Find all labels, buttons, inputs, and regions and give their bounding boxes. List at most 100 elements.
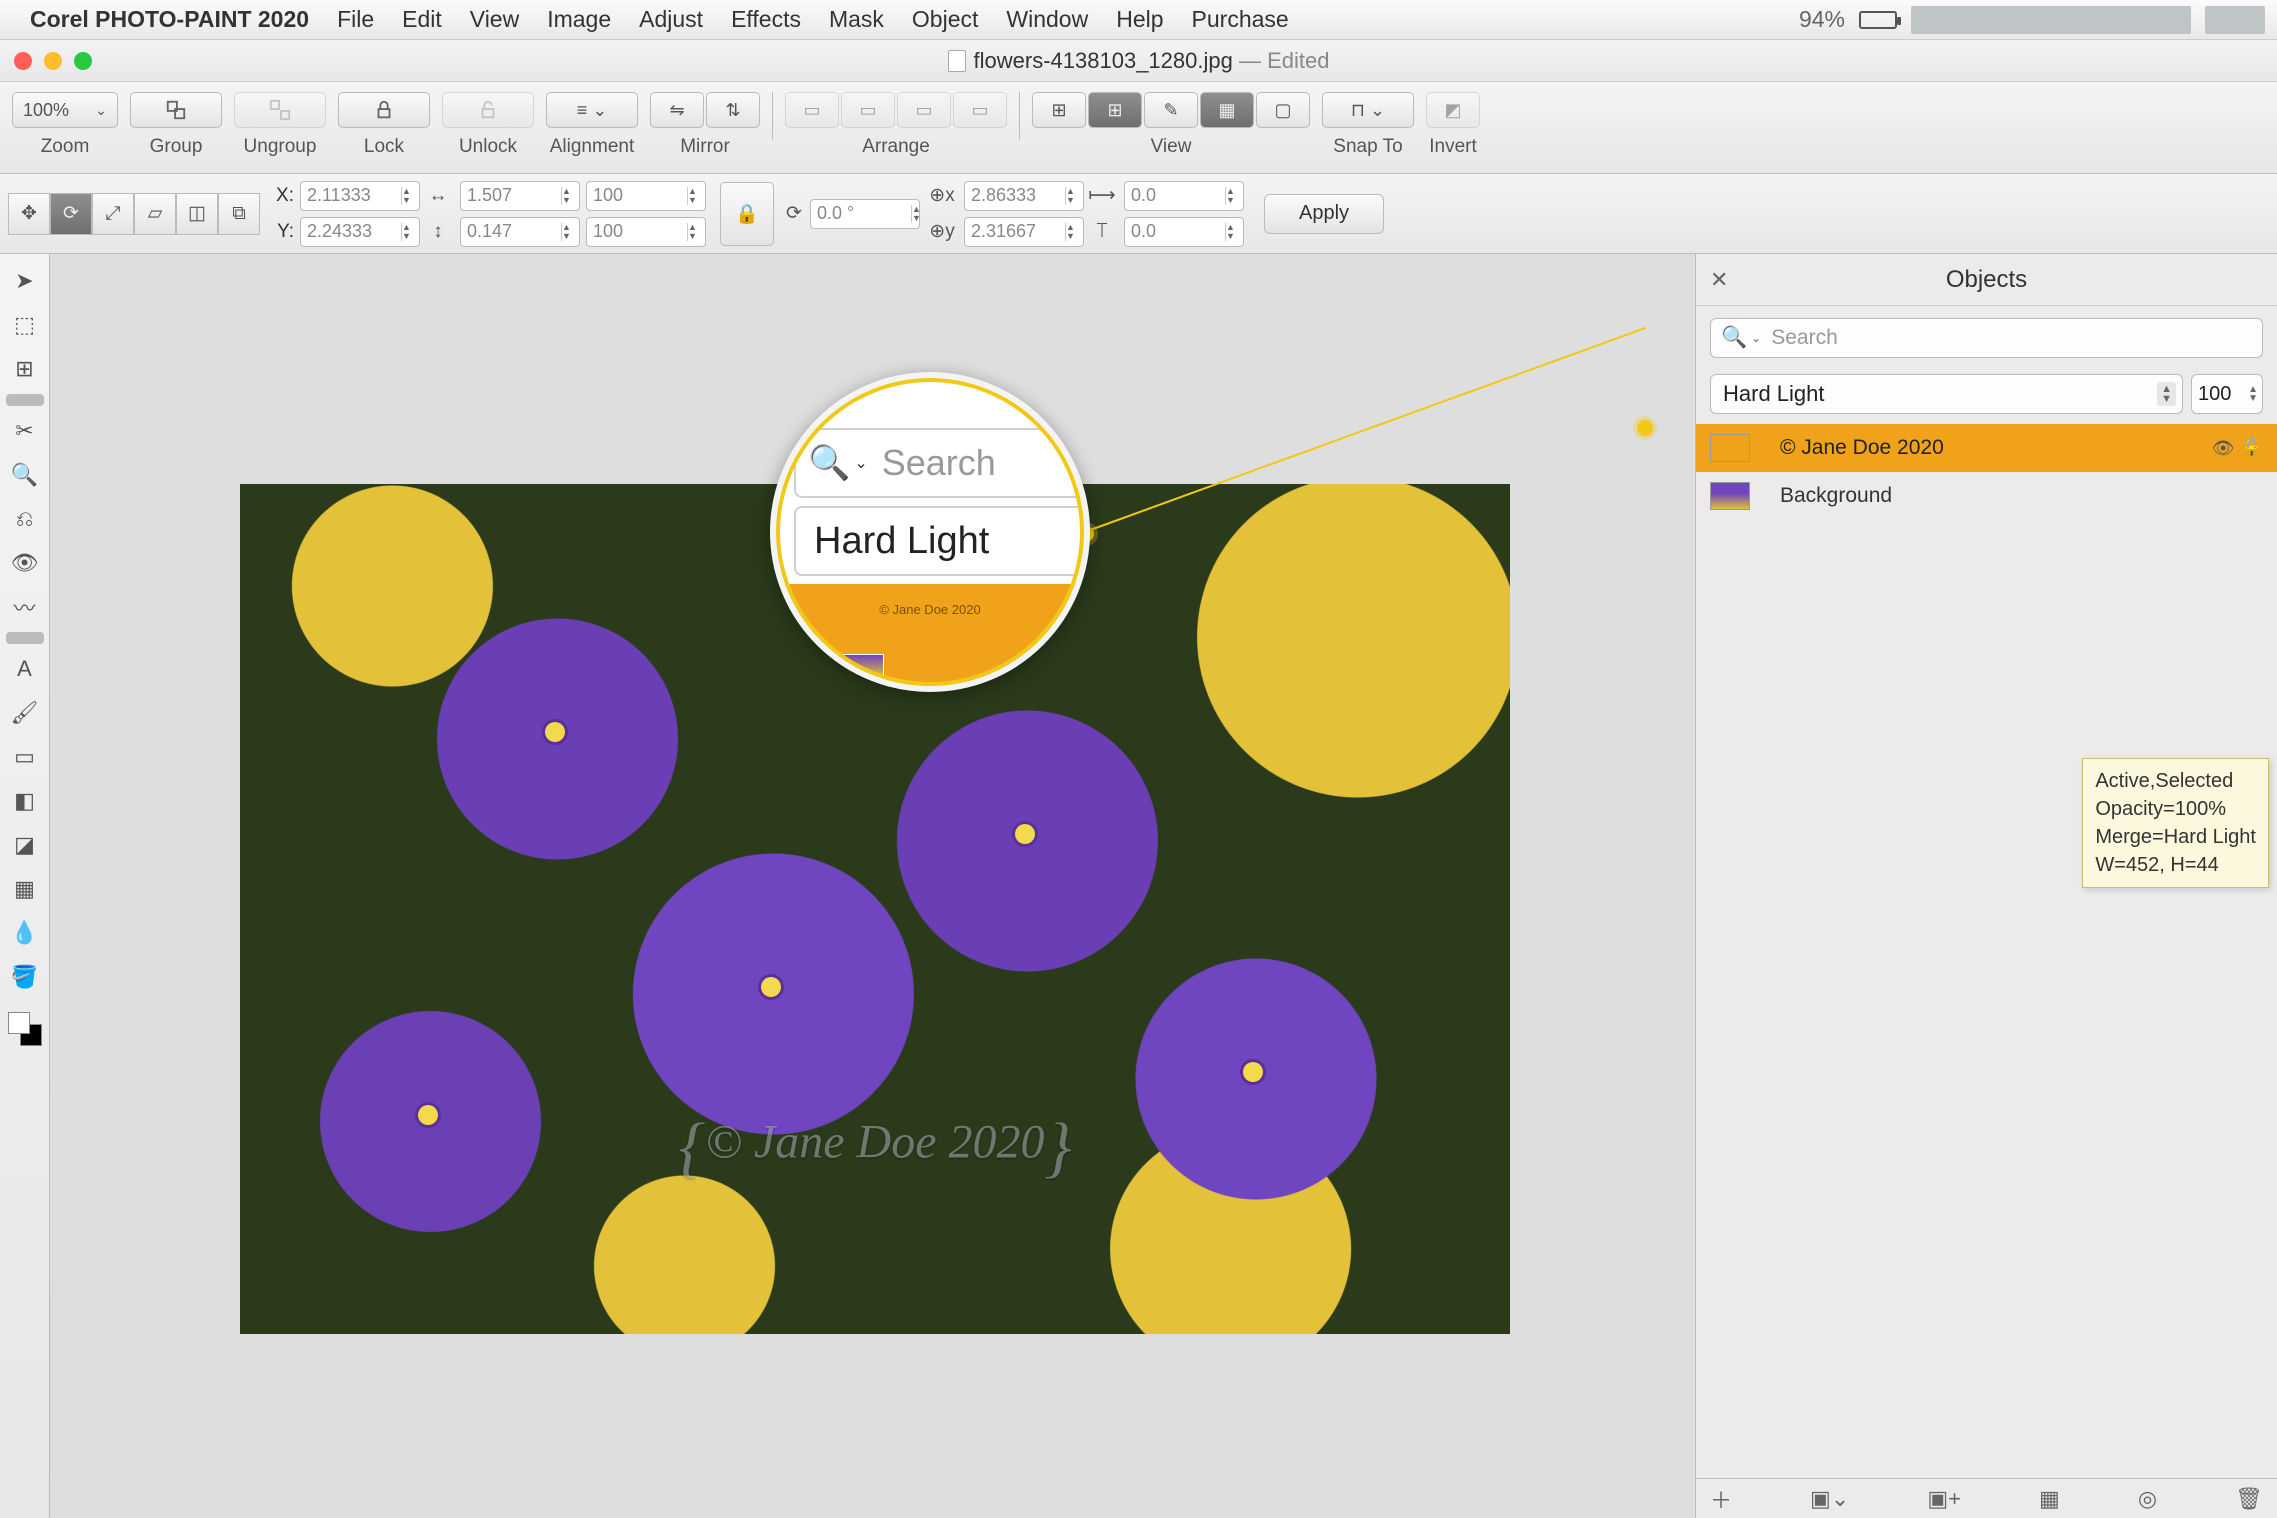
redeye-tool[interactable]: 👁 bbox=[6, 544, 44, 582]
center-x-input[interactable]: ▲▼ bbox=[964, 181, 1084, 211]
menu-object[interactable]: Object bbox=[912, 6, 978, 33]
text-tool[interactable]: A bbox=[6, 650, 44, 688]
arrange-label: Arrange bbox=[862, 136, 930, 158]
mode-position[interactable]: ✥ bbox=[8, 193, 50, 235]
zoom-callout: 🔍⌄ Search Hard Light © Jane Doe 2020 bbox=[770, 372, 1090, 692]
objects-search-input[interactable]: 🔍⌄ Search bbox=[1710, 318, 2263, 358]
apply-button[interactable]: Apply bbox=[1264, 194, 1384, 234]
minimize-icon[interactable] bbox=[44, 52, 62, 70]
mode-distort[interactable]: ◫ bbox=[176, 193, 218, 235]
menu-mask[interactable]: Mask bbox=[829, 6, 884, 33]
new-object-icon[interactable]: ＋ bbox=[1710, 1483, 1732, 1515]
mirror-h-button[interactable]: ⇋ bbox=[650, 92, 704, 128]
lock-aspect-button[interactable]: 🔒 bbox=[720, 182, 774, 246]
scale-x-input[interactable]: ▲▼ bbox=[586, 181, 706, 211]
crop-tool[interactable]: ✂ bbox=[6, 412, 44, 450]
arrange-back-button[interactable]: ▭ bbox=[953, 92, 1007, 128]
rect-tool[interactable]: ▭ bbox=[6, 738, 44, 776]
menu-view[interactable]: View bbox=[470, 6, 519, 33]
objects-footer: ＋ ▣⌄ ▣+ ▦ ◎ 🗑 bbox=[1696, 1478, 2277, 1518]
new-mask-icon[interactable]: ▦ bbox=[2039, 1486, 2060, 1512]
view-grid-button[interactable]: ⊞ bbox=[1088, 92, 1142, 128]
eraser-tool[interactable]: ◧ bbox=[6, 782, 44, 820]
skew-y-input[interactable]: ▲▼ bbox=[1124, 217, 1244, 247]
clone-tool[interactable]: ⎌ bbox=[6, 500, 44, 538]
shadow-tool[interactable]: ◪ bbox=[6, 826, 44, 864]
mask-rect-tool[interactable]: ⬚ bbox=[6, 306, 44, 344]
property-bar: ✥ ⟳ ⤢ ▱ ◫ ⧉ X:▲▼ Y:▲▼ ↔▲▼ ↕▲▼ ▲▼ ▲▼ 🔒 ⟳ … bbox=[0, 174, 2277, 254]
mirror-v-button[interactable]: ⇅ bbox=[706, 92, 760, 128]
w-input[interactable]: ▲▼ bbox=[460, 181, 580, 211]
delete-icon[interactable]: 🗑 bbox=[2235, 1486, 2263, 1512]
close-icon[interactable] bbox=[14, 52, 32, 70]
menu-edit[interactable]: Edit bbox=[402, 6, 442, 33]
menu-file[interactable]: File bbox=[337, 6, 374, 33]
toolbar-separator bbox=[1019, 92, 1020, 140]
lock-button[interactable] bbox=[338, 92, 430, 128]
visibility-icon[interactable]: 👁 bbox=[2212, 438, 2235, 459]
x-input[interactable]: ▲▼ bbox=[300, 181, 420, 211]
y-input[interactable]: ▲▼ bbox=[300, 217, 420, 247]
fill-tool[interactable]: 🪣 bbox=[6, 958, 44, 996]
mode-scale[interactable]: ⤢ bbox=[92, 193, 134, 235]
skew-x-input[interactable]: ▲▼ bbox=[1124, 181, 1244, 211]
center-y-input[interactable]: ▲▼ bbox=[964, 217, 1084, 247]
color-swatches[interactable] bbox=[8, 1012, 42, 1046]
new-lens-icon[interactable]: ▣+ bbox=[1927, 1486, 1961, 1512]
window-titlebar: flowers-4138103_1280.jpg — Edited bbox=[0, 40, 2277, 82]
clip-icon[interactable]: ◎ bbox=[2138, 1486, 2157, 1512]
layer-row-watermark[interactable]: © Jane Doe 2020 👁🔓 bbox=[1696, 424, 2277, 472]
zoom-icon[interactable] bbox=[74, 52, 92, 70]
opacity-input[interactable]: 100 ▲▼ bbox=[2191, 374, 2263, 414]
brush-tool[interactable]: 🖌 bbox=[6, 694, 44, 732]
view-snap-button[interactable]: ▦ bbox=[1200, 92, 1254, 128]
menu-effects[interactable]: Effects bbox=[731, 6, 801, 33]
eyedropper-tool[interactable]: 💧 bbox=[6, 914, 44, 952]
x-label: X: bbox=[270, 185, 294, 207]
unlock-button[interactable] bbox=[442, 92, 534, 128]
mode-rotate[interactable]: ⟳ bbox=[50, 193, 92, 235]
menu-help[interactable]: Help bbox=[1116, 6, 1163, 33]
menubar-status-area-2 bbox=[2205, 6, 2265, 34]
view-label: View bbox=[1151, 136, 1192, 158]
arrange-forward-button[interactable]: ▭ bbox=[841, 92, 895, 128]
ungroup-label: Ungroup bbox=[244, 136, 317, 158]
arrange-front-button[interactable]: ▭ bbox=[785, 92, 839, 128]
menu-adjust[interactable]: Adjust bbox=[639, 6, 703, 33]
mode-perspective[interactable]: ⧉ bbox=[218, 193, 260, 235]
menu-image[interactable]: Image bbox=[547, 6, 611, 33]
arrange-backward-button[interactable]: ▭ bbox=[897, 92, 951, 128]
document-icon bbox=[948, 50, 966, 72]
zoom-select[interactable]: 100%⌄ bbox=[12, 92, 118, 128]
view-guides-button[interactable]: ✎ bbox=[1144, 92, 1198, 128]
height-icon: ↕ bbox=[426, 220, 450, 244]
view-mask-button[interactable]: ▢ bbox=[1256, 92, 1310, 128]
ungroup-button[interactable] bbox=[234, 92, 326, 128]
alignment-button[interactable]: ≡ ⌄ bbox=[546, 92, 638, 128]
view-rulers-button[interactable]: ⊞ bbox=[1032, 92, 1086, 128]
menu-purchase[interactable]: Purchase bbox=[1192, 6, 1289, 33]
snapto-label: Snap To bbox=[1333, 136, 1402, 158]
invert-button[interactable]: ◩ bbox=[1426, 92, 1480, 128]
panel-close-icon[interactable]: ✕ bbox=[1710, 267, 1728, 293]
new-group-icon[interactable]: ▣⌄ bbox=[1810, 1486, 1849, 1512]
zoom-tool[interactable]: 🔍 bbox=[6, 456, 44, 494]
snapto-button[interactable]: ⊓ ⌄ bbox=[1322, 92, 1414, 128]
center-y-icon: ⊕y bbox=[930, 220, 954, 244]
objects-panel: ✕ Objects 🔍⌄ Search Hard Light ▲▼ 100 ▲▼… bbox=[1695, 254, 2277, 1518]
lock-icon[interactable]: 🔓 bbox=[2241, 438, 2263, 459]
watermark-text[interactable]: © Jane Doe 2020 bbox=[678, 1108, 1071, 1187]
mask-transform-tool[interactable]: ⊞ bbox=[6, 350, 44, 388]
menu-window[interactable]: Window bbox=[1006, 6, 1088, 33]
mode-skew[interactable]: ▱ bbox=[134, 193, 176, 235]
liquid-tool[interactable]: 〰 bbox=[6, 588, 44, 626]
h-input[interactable]: ▲▼ bbox=[460, 217, 580, 247]
rotation-input[interactable]: ▲▼ bbox=[810, 199, 920, 229]
blend-mode-select[interactable]: Hard Light ▲▼ bbox=[1710, 374, 2183, 414]
pick-tool[interactable]: ➤ bbox=[6, 262, 44, 300]
layer-thumb bbox=[1710, 482, 1750, 510]
transparency-tool[interactable]: ▦ bbox=[6, 870, 44, 908]
scale-y-input[interactable]: ▲▼ bbox=[586, 217, 706, 247]
layer-row-background[interactable]: Background bbox=[1696, 472, 2277, 520]
group-button[interactable] bbox=[130, 92, 222, 128]
